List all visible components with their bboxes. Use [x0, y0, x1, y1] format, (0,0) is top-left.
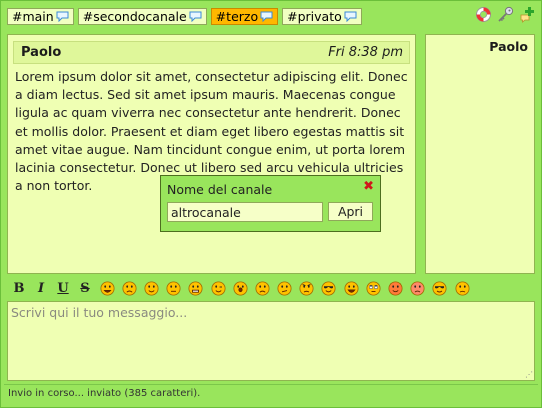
user-list-item[interactable]: Paolo: [489, 39, 528, 54]
tab-privato[interactable]: #privato: [282, 8, 362, 25]
speech-bubble-icon[interactable]: [260, 11, 273, 22]
tab-label: #main: [12, 9, 54, 24]
tab-label: #privato: [287, 9, 342, 24]
message-input-placeholder: Scrivi qui il tuo messaggio...: [11, 305, 188, 320]
tab-label: #secondocanale: [82, 9, 187, 24]
channel-name-dialog: Nome del canale ✖ Apri: [160, 175, 381, 232]
user-list: Paolo: [425, 34, 535, 274]
confused-smiley-icon[interactable]: [277, 281, 292, 296]
open-button[interactable]: Apri: [328, 202, 373, 221]
shocked-smiley-icon[interactable]: [233, 281, 248, 296]
add-channel-icon[interactable]: [519, 6, 536, 23]
key-icon[interactable]: [497, 6, 514, 23]
format-toolbar: B I U S: [8, 279, 473, 297]
message-author[interactable]: Paolo: [21, 45, 61, 60]
underline-button[interactable]: U: [52, 279, 74, 297]
strikethrough-button[interactable]: S: [74, 279, 96, 297]
eyes-rolling-smiley-icon[interactable]: [366, 281, 381, 296]
smile-smiley-icon[interactable]: [144, 281, 159, 296]
devil-smiley-icon[interactable]: [388, 281, 403, 296]
speech-bubble-icon[interactable]: [189, 11, 202, 22]
message-time: Fri 8:38 pm: [328, 45, 403, 60]
message-input[interactable]: Scrivi qui il tuo messaggio... ⋰: [7, 301, 535, 381]
sad-smiley-icon[interactable]: [122, 281, 137, 296]
chat-area[interactable]: Paolo Fri 8:38 pm Lorem ipsum dolor sit …: [7, 34, 416, 274]
teeth-smiley-icon[interactable]: [188, 281, 203, 296]
message-header: Paolo Fri 8:38 pm: [13, 41, 410, 64]
red-face-smiley-icon[interactable]: [410, 281, 425, 296]
angry-smiley-icon[interactable]: [299, 281, 314, 296]
dialog-title: Nome del canale: [167, 182, 273, 197]
worried-smiley-icon[interactable]: [455, 281, 470, 296]
tab-secondocanale[interactable]: #secondocanale: [77, 8, 207, 25]
close-icon[interactable]: ✖: [363, 179, 374, 194]
lifebuoy-icon[interactable]: [475, 6, 492, 23]
neutral-smiley-icon[interactable]: [166, 281, 181, 296]
channel-tabs: #main #secondocanale #terzo #privato: [7, 8, 362, 25]
speech-bubble-icon[interactable]: [344, 11, 357, 22]
wink-smiley-icon[interactable]: [211, 281, 226, 296]
tab-label: #terzo: [215, 9, 259, 24]
grin-smiley-icon[interactable]: [100, 281, 115, 296]
bold-button[interactable]: B: [8, 279, 30, 297]
tab-terzo[interactable]: #terzo: [210, 8, 279, 25]
italic-button[interactable]: I: [30, 279, 52, 297]
tab-main[interactable]: #main: [7, 8, 74, 25]
cool-smiley-icon[interactable]: [321, 281, 336, 296]
status-bar: Invio in corso... inviato (385 caratteri…: [4, 384, 538, 402]
laugh-smiley-icon[interactable]: [344, 281, 359, 296]
top-toolbar: [475, 6, 536, 23]
sunglasses-smiley-icon[interactable]: [432, 281, 447, 296]
channel-name-input[interactable]: [167, 202, 323, 222]
speech-bubble-icon[interactable]: [56, 11, 69, 22]
resize-grip-icon[interactable]: ⋰: [525, 370, 533, 379]
frown-smiley-icon[interactable]: [255, 281, 270, 296]
status-text: Invio in corso... inviato (385 caratteri…: [8, 388, 201, 399]
